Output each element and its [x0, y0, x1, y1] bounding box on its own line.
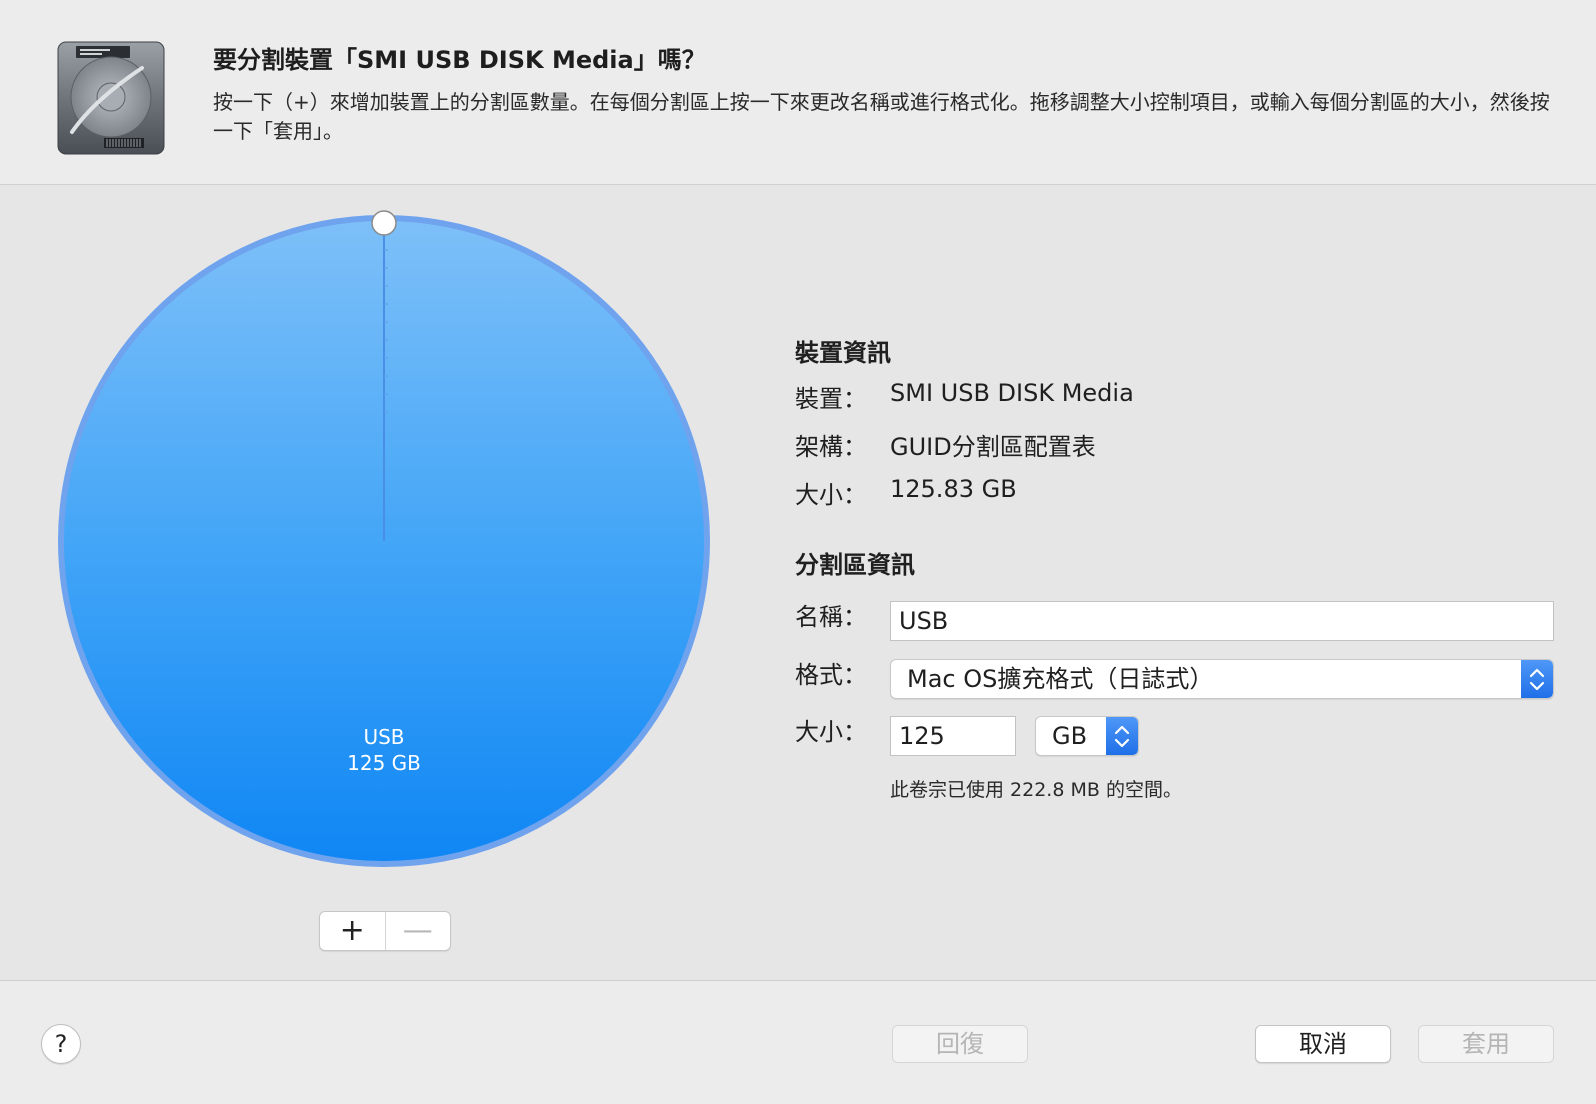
size-unit-stepper-icon	[1106, 717, 1138, 755]
device-size-value: 125.83 GB	[890, 475, 1017, 503]
cancel-button[interactable]: 取消	[1255, 1025, 1391, 1063]
revert-button[interactable]: 回復	[892, 1025, 1028, 1063]
add-partition-button[interactable]: +	[320, 912, 385, 950]
partition-panel: USB 125 GB + — 裝置資訊 裝置： SMI USB DISK Med…	[0, 185, 1596, 981]
format-label: 格式：	[795, 661, 867, 689]
partition-pie-chart[interactable]: USB 125 GB	[54, 210, 714, 870]
remove-partition-button[interactable]: —	[384, 912, 451, 950]
pie-partition-size: 125 GB	[347, 751, 421, 775]
resize-handle[interactable]	[371, 210, 397, 236]
device-label: 裝置：	[795, 385, 867, 413]
format-select[interactable]: Mac OS擴充格式（日誌式）	[890, 659, 1554, 699]
apply-button[interactable]: 套用	[1418, 1025, 1554, 1063]
scheme-value: GUID分割區配置表	[890, 433, 1096, 461]
dialog-title: 要分割裝置「SMI USB DISK Media」嗎？	[213, 46, 706, 74]
device-value: SMI USB DISK Media	[890, 379, 1134, 407]
size-unit-value: GB	[1052, 722, 1088, 750]
dialog-header: 要分割裝置「SMI USB DISK Media」嗎？ 按一下（+）來增加裝置上…	[0, 0, 1596, 185]
format-stepper-icon	[1521, 660, 1553, 698]
partition-size-label: 大小：	[795, 718, 867, 746]
partition-info-heading: 分割區資訊	[795, 551, 915, 579]
partition-name-field[interactable]: USB	[890, 601, 1554, 641]
add-remove-control: + —	[319, 911, 451, 951]
device-info-heading: 裝置資訊	[795, 339, 891, 367]
dialog-description: 按一下（+）來增加裝置上的分割區數量。在每個分割區上按一下來更改名稱或進行格式化…	[213, 90, 1550, 143]
format-select-value: Mac OS擴充格式（日誌式）	[907, 665, 1214, 693]
volume-usage-note: 此卷宗已使用 222.8 MB 的空間。	[890, 779, 1182, 801]
device-size-label: 大小：	[795, 481, 867, 509]
hard-disk-icon	[57, 41, 165, 155]
pie-partition-name: USB	[363, 725, 404, 749]
partition-size-field[interactable]: 125	[890, 716, 1016, 756]
dialog-footer: ? 回復 取消 套用	[0, 981, 1596, 1104]
scheme-label: 架構：	[795, 433, 867, 461]
help-button[interactable]: ?	[41, 1024, 81, 1064]
size-unit-select[interactable]: GB	[1035, 716, 1139, 756]
name-label: 名稱：	[795, 603, 867, 631]
